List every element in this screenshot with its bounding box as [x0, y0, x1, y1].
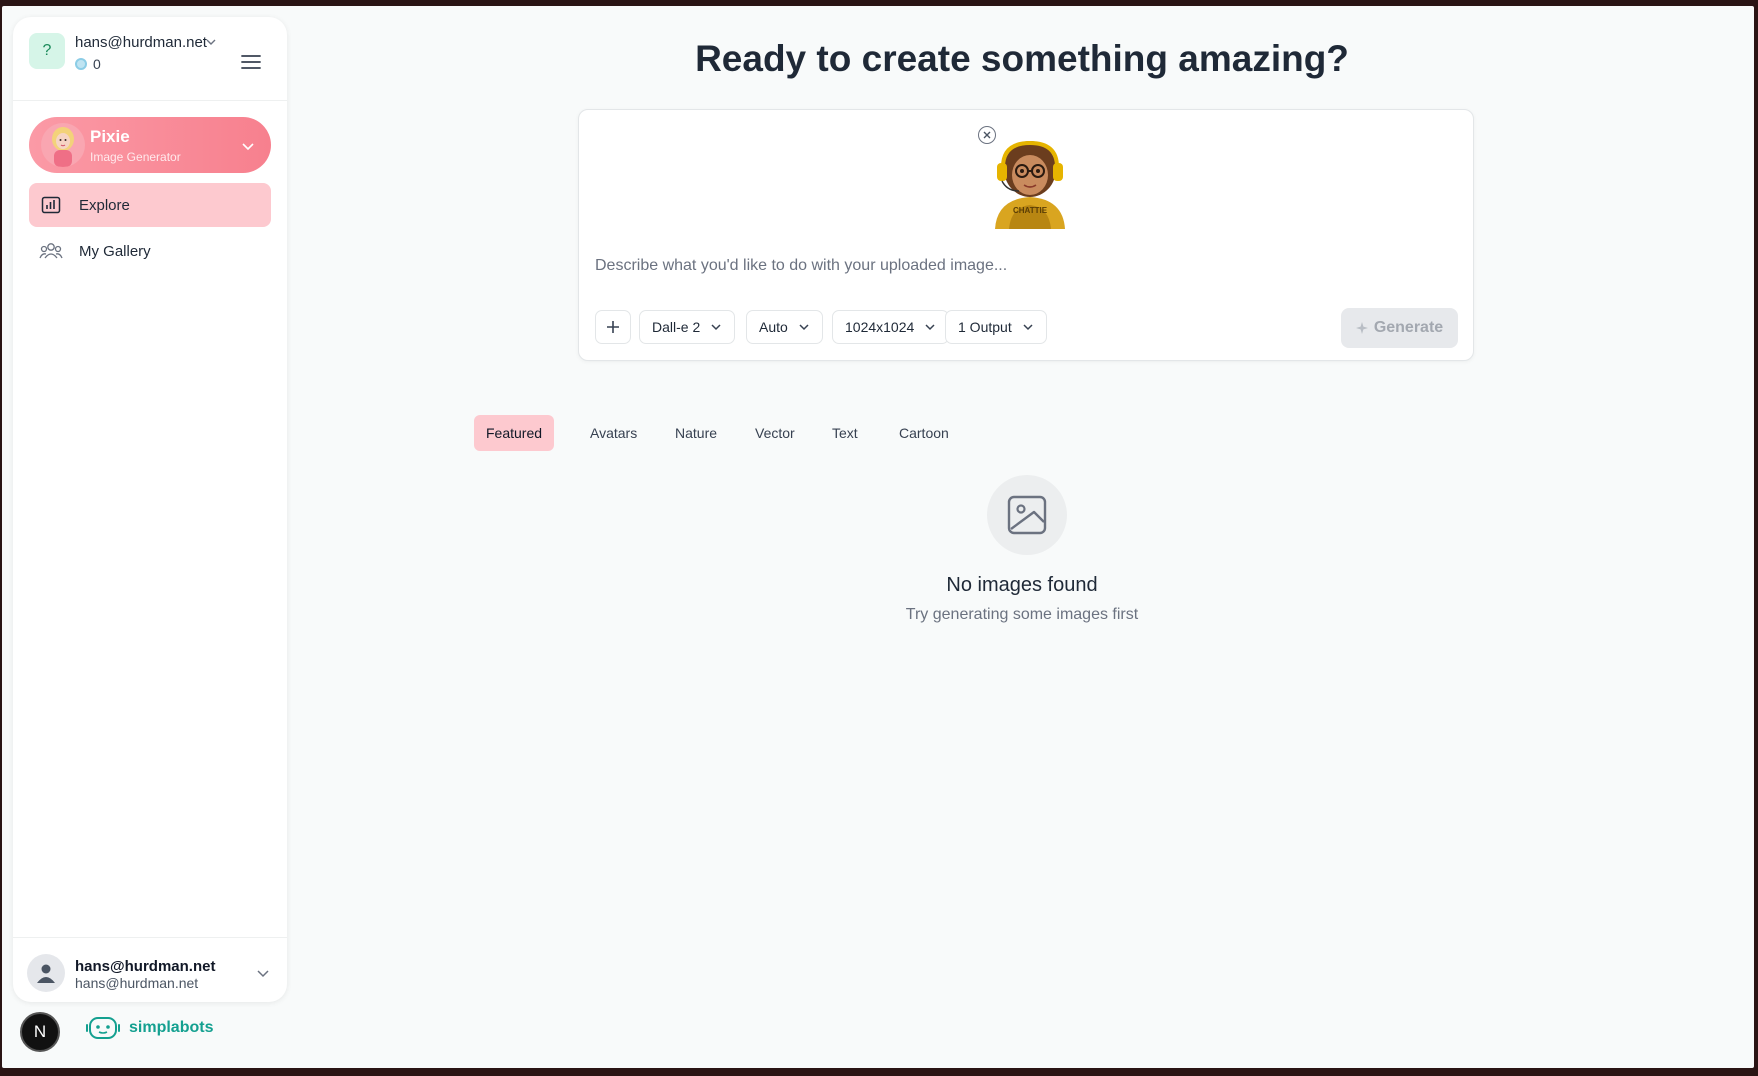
sidebar-item-label: My Gallery: [79, 242, 151, 260]
brand-logo[interactable]: simplabots: [85, 1015, 213, 1041]
user-profile[interactable]: hans@hurdman.net hans@hurdman.net: [13, 937, 287, 1002]
image-icon: [1007, 495, 1047, 535]
user-avatar: [27, 954, 65, 992]
tab-vector[interactable]: Vector: [743, 415, 807, 451]
bot-subtitle: Image Generator: [90, 150, 181, 164]
chevron-down-icon[interactable]: [256, 966, 270, 980]
outputs-select[interactable]: 1 Output: [945, 310, 1047, 344]
empty-state-subtitle: Try generating some images first: [905, 606, 1139, 623]
tab-avatars[interactable]: Avatars: [578, 415, 649, 451]
chevron-down-icon: [925, 324, 935, 331]
tab-text[interactable]: Text: [820, 415, 870, 451]
chevron-down-icon: [242, 143, 254, 151]
bot-selector[interactable]: Pixie Image Generator: [29, 117, 271, 173]
user-icon: [37, 964, 55, 983]
thumbnail-caption: CHATTIE: [1013, 206, 1048, 215]
size-value: 1024x1024: [845, 319, 915, 335]
uploaded-character-image: CHATTIE: [995, 140, 1065, 229]
generate-label: Generate: [1373, 319, 1444, 336]
tab-nature[interactable]: Nature: [663, 415, 729, 451]
chevron-down-icon: [711, 324, 721, 331]
user-name: hans@hurdman.net: [75, 958, 216, 975]
account-avatar[interactable]: ?: [29, 33, 65, 69]
tab-featured[interactable]: Featured: [474, 415, 555, 451]
account-email[interactable]: hans@hurdman.net: [75, 34, 207, 51]
close-icon: [983, 131, 991, 139]
hamburger-menu-icon[interactable]: [240, 53, 262, 71]
users-icon: [39, 239, 63, 263]
sidebar: ? hans@hurdman.net 0 Pixie Image Generat…: [13, 17, 287, 1002]
coin-icon: [75, 58, 87, 70]
bot-avatar: [41, 123, 85, 167]
credits-display: 0: [75, 56, 101, 72]
robot-icon: [86, 1017, 120, 1039]
dev-badge[interactable]: N: [20, 1012, 60, 1052]
prompt-composer: CHATTIE Dall-e 2: [578, 109, 1474, 361]
tab-cartoon[interactable]: Cartoon: [887, 415, 961, 451]
brand-name: simplabots: [129, 1019, 214, 1036]
sparkle-icon: [1355, 322, 1368, 334]
model-select[interactable]: Dall-e 2: [639, 310, 736, 344]
empty-state-title: No images found: [946, 574, 1098, 596]
account-header: ? hans@hurdman.net 0: [13, 17, 287, 101]
model-value: Dall-e 2: [652, 319, 701, 335]
sidebar-item-label: Explore: [79, 196, 130, 214]
prompt-input[interactable]: [595, 253, 1455, 279]
app-window: ? hans@hurdman.net 0 Pixie Image Generat…: [2, 6, 1754, 1068]
quality-value: Auto: [759, 319, 788, 335]
user-email: hans@hurdman.net: [75, 975, 199, 991]
plus-icon: [607, 321, 619, 333]
empty-state-icon-wrap: [987, 475, 1067, 555]
credits-count: 0: [93, 56, 101, 72]
sidebar-item-explore[interactable]: Explore: [29, 183, 271, 227]
size-select[interactable]: 1024x1024: [832, 310, 950, 344]
generate-button[interactable]: Generate: [1341, 308, 1458, 348]
quality-select[interactable]: Auto: [746, 310, 823, 344]
chevron-down-icon: [1023, 324, 1033, 331]
chevron-down-icon[interactable]: [205, 36, 217, 48]
chevron-down-icon: [799, 324, 809, 331]
bar-chart-icon: [39, 193, 63, 217]
sidebar-item-my-gallery[interactable]: My Gallery: [29, 229, 271, 273]
uploaded-image-thumbnail: CHATTIE: [987, 133, 1073, 229]
bot-name: Pixie: [90, 127, 130, 146]
page-title: Ready to create something amazing?: [695, 38, 1349, 79]
doll-avatar-icon: [41, 123, 85, 167]
remove-image-button[interactable]: [978, 126, 996, 144]
outputs-value: 1 Output: [958, 319, 1012, 335]
add-button[interactable]: [595, 310, 631, 344]
